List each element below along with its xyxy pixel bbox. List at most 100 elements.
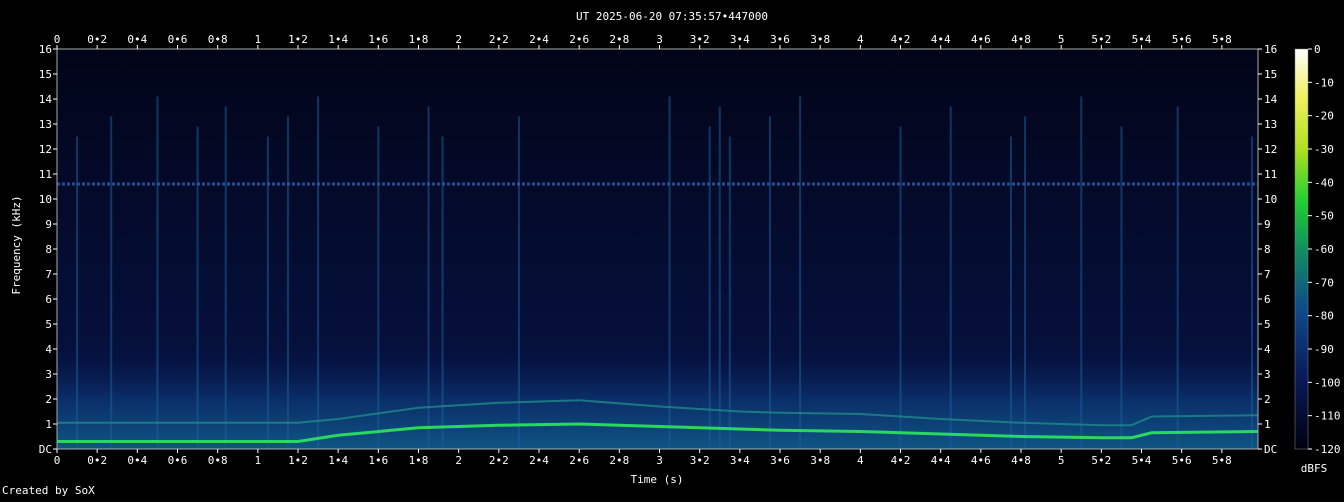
x-tick-label-bottom: 1•2 [288, 454, 308, 467]
chart-title: UT 2025-06-20 07:35:57•447000 [576, 10, 768, 23]
colorbar-tick-label: -10 [1314, 76, 1334, 89]
x-tick-label-bottom: 2•6 [569, 454, 589, 467]
x-tick-label-bottom: 4 [857, 454, 864, 467]
x-tick-label-top: 1•2 [288, 33, 308, 46]
y-tick-label-left: 9 [45, 218, 52, 231]
y-tick-label-right: 3 [1264, 368, 1271, 381]
colorbar-label: dBFS [1301, 462, 1328, 475]
x-tick-label-top: 0•2 [87, 33, 107, 46]
colorbar-gradient [1295, 49, 1308, 449]
x-tick-label-bottom: 3•2 [690, 454, 710, 467]
x-tick-label-bottom: 4•2 [891, 454, 911, 467]
colorbar-tick-label: -90 [1314, 343, 1334, 356]
y-tick-label-left: 6 [45, 293, 52, 306]
footer-credit: Created by SoX [2, 484, 95, 497]
colorbar-tick-label: -40 [1314, 176, 1334, 189]
x-tick-label-top: 5•6 [1172, 33, 1192, 46]
y-tick-label-left: 16 [39, 43, 52, 56]
y-tick-label-left: 1 [45, 418, 52, 431]
x-tick-label-top: 0 [54, 33, 61, 46]
x-tick-label-bottom: 5•2 [1091, 454, 1111, 467]
colorbar-tick-label: -70 [1314, 276, 1334, 289]
x-tick-label-bottom: 5•8 [1212, 454, 1232, 467]
y-tick-label-left: 15 [39, 68, 52, 81]
x-tick-label-bottom: 3•4 [730, 454, 750, 467]
spectrogram-plot [56, 48, 1259, 450]
x-tick-label-bottom: 1•6 [368, 454, 388, 467]
colorbar-tick-label: 0 [1314, 43, 1321, 56]
y-tick-label-right: 14 [1264, 93, 1278, 106]
x-tick-label-top: 3 [656, 33, 663, 46]
y-tick-label-right: 9 [1264, 218, 1271, 231]
colorbar-tick-label: -20 [1314, 110, 1334, 123]
y-tick-label-left: 14 [39, 93, 53, 106]
y-tick-label-right: 8 [1264, 243, 1271, 256]
x-tick-label-bottom: 4•6 [971, 454, 991, 467]
x-tick-label-top: 4•2 [891, 33, 911, 46]
x-tick-label-top: 2•2 [489, 33, 509, 46]
x-tick-label-top: 1•8 [409, 33, 429, 46]
colorbar-tick-label: -110 [1314, 410, 1341, 423]
x-tick-label-top: 3•6 [770, 33, 790, 46]
y-tick-label-right: 1 [1264, 418, 1271, 431]
y-tick-label-left: 12 [39, 143, 52, 156]
x-tick-label-bottom: 5•6 [1172, 454, 1192, 467]
colorbar-tick-label: -50 [1314, 210, 1334, 223]
x-tick-label-top: 5 [1058, 33, 1065, 46]
y-tick-label-left: DC [39, 443, 52, 456]
x-tick-label-top: 4•6 [971, 33, 991, 46]
x-tick-label-bottom: 2•2 [489, 454, 509, 467]
x-tick-label-top: 1 [255, 33, 262, 46]
x-tick-label-bottom: 1 [255, 454, 262, 467]
y-tick-label-left: 5 [45, 318, 52, 331]
x-tick-label-top: 5•2 [1091, 33, 1111, 46]
x-tick-label-top: 3•8 [810, 33, 830, 46]
x-tick-label-top: 3•4 [730, 33, 750, 46]
x-tick-label-top: 2 [455, 33, 462, 46]
x-tick-label-top: 4•8 [1011, 33, 1031, 46]
x-tick-label-bottom: 5•4 [1132, 454, 1152, 467]
x-tick-label-top: 0•8 [208, 33, 228, 46]
x-tick-label-top: 1•4 [328, 33, 348, 46]
colorbar-tick-label: -30 [1314, 143, 1334, 156]
y-tick-label-right: 11 [1264, 168, 1277, 181]
x-axis-label: Time (s) [631, 473, 684, 486]
x-tick-label-bottom: 2 [455, 454, 462, 467]
y-tick-label-right: 15 [1264, 68, 1277, 81]
y-axis-right: DC12345678910111213141516 [1258, 43, 1278, 456]
y-tick-label-right: DC [1264, 443, 1277, 456]
y-tick-label-right: 5 [1264, 318, 1271, 331]
colorbar-tick-label: -100 [1314, 376, 1341, 389]
y-tick-label-right: 12 [1264, 143, 1277, 156]
x-tick-label-top: 1•6 [368, 33, 388, 46]
x-tick-label-bottom: 0•8 [208, 454, 228, 467]
y-tick-label-right: 7 [1264, 268, 1271, 281]
y-tick-label-left: 8 [45, 243, 52, 256]
x-tick-label-bottom: 0•2 [87, 454, 107, 467]
x-tick-label-bottom: 4•4 [931, 454, 951, 467]
y-tick-label-left: 10 [39, 193, 52, 206]
x-tick-label-top: 4 [857, 33, 864, 46]
x-tick-label-bottom: 1•4 [328, 454, 348, 467]
x-tick-label-bottom: 3•6 [770, 454, 790, 467]
y-tick-label-left: 7 [45, 268, 52, 281]
low-frequency-energy [57, 349, 1258, 449]
y-tick-label-right: 2 [1264, 393, 1271, 406]
y-tick-label-left: 3 [45, 368, 52, 381]
x-tick-label-bottom: 3 [656, 454, 663, 467]
colorbar-tick-label: -80 [1314, 310, 1334, 323]
x-tick-label-bottom: 0•4 [127, 454, 147, 467]
colorbar-tick-label: -120 [1314, 443, 1341, 456]
x-tick-label-bottom: 2•8 [609, 454, 629, 467]
x-tick-label-bottom: 2•4 [529, 454, 549, 467]
x-tick-label-bottom: 0•6 [168, 454, 188, 467]
y-tick-label-right: 4 [1264, 343, 1271, 356]
x-tick-label-bottom: 3•8 [810, 454, 830, 467]
x-axis-top: 0 0•2 0•4 0•6 0•8 1 1•2 1•4 1•6 1•8 2 2•2 2•4 2•6 2•8 3… [54, 33, 1232, 49]
y-axis-label: Frequency (kHz) [10, 195, 23, 294]
colorbar: 0 -10 -20 -30 -40 -50 -60 -70 -80 -90 -100 -110 -120… [1294, 43, 1341, 475]
x-tick-label-top: 5•4 [1132, 33, 1152, 46]
y-tick-label-left: 2 [45, 393, 52, 406]
x-tick-label-top: 5•8 [1212, 33, 1232, 46]
x-tick-label-bottom: 0 [54, 454, 61, 467]
